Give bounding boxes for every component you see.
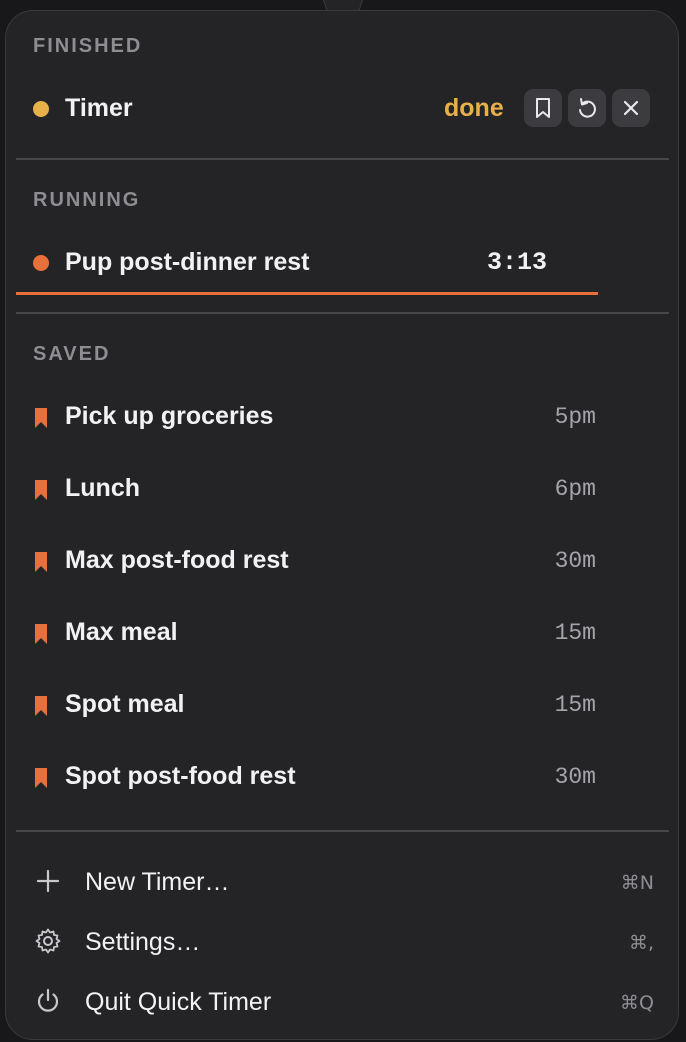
- saved-timer-item[interactable]: Spot meal 15m: [6, 685, 678, 741]
- saved-timer-label: Spot meal: [65, 690, 185, 718]
- new-timer-shortcut: ⌘N: [620, 872, 654, 894]
- saved-timer-value: 6pm: [554, 476, 596, 502]
- bookmark-icon: [35, 624, 47, 644]
- divider: [16, 830, 669, 832]
- saved-timer-value: 15m: [554, 692, 596, 718]
- quit-label: Quit Quick Timer: [85, 988, 272, 1016]
- finished-timer-row[interactable]: Timer done: [6, 89, 678, 145]
- saved-timer-label: Spot post-food rest: [65, 762, 296, 790]
- saved-timer-item[interactable]: Max post-food rest 30m: [6, 541, 678, 597]
- saved-timer-item[interactable]: Spot post-food rest 30m: [6, 757, 678, 813]
- menu-item-new-timer[interactable]: New Timer… ⌘N: [6, 853, 678, 909]
- save-timer-button[interactable]: [524, 89, 562, 127]
- restart-icon: [579, 98, 596, 118]
- saved-timer-item[interactable]: Lunch 6pm: [6, 469, 678, 525]
- running-timer-label: Pup post-dinner rest: [65, 248, 310, 276]
- settings-label: Settings…: [85, 928, 201, 956]
- menu-item-quit[interactable]: Quit Quick Timer ⌘Q: [6, 973, 678, 1029]
- finished-status-text: done: [444, 94, 504, 122]
- finished-timer-label: Timer: [65, 94, 133, 122]
- new-timer-label: New Timer…: [85, 868, 230, 896]
- saved-timer-label: Max post-food rest: [65, 546, 289, 574]
- timer-status-dot: [33, 101, 49, 117]
- restart-timer-button[interactable]: [568, 89, 606, 127]
- saved-timer-value: 30m: [554, 548, 596, 574]
- plus-icon: [36, 869, 60, 893]
- saved-timer-value: 30m: [554, 764, 596, 790]
- divider: [16, 158, 669, 160]
- menu-item-settings[interactable]: Settings… ⌘,: [6, 913, 678, 969]
- bookmark-icon: [536, 98, 550, 118]
- power-icon: [37, 988, 59, 1012]
- bookmark-icon: [35, 768, 47, 788]
- bookmark-icon: [35, 480, 47, 500]
- dismiss-timer-button[interactable]: [612, 89, 650, 127]
- running-timer-time: 3:13: [487, 248, 548, 277]
- saved-timer-label: Max meal: [65, 618, 178, 646]
- saved-timer-value: 15m: [554, 620, 596, 646]
- bookmark-icon: [35, 552, 47, 572]
- saved-timer-item[interactable]: Pick up groceries 5pm: [6, 397, 678, 453]
- section-title-saved: SAVED: [33, 343, 111, 365]
- running-timer-progress: [16, 292, 598, 295]
- quick-timer-popover: FINISHED Timer done RUNNING Pup post-din…: [5, 10, 679, 1040]
- saved-timer-value: 5pm: [554, 404, 596, 430]
- section-title-running: RUNNING: [33, 189, 141, 211]
- section-title-finished: FINISHED: [33, 35, 143, 57]
- saved-timer-item[interactable]: Max meal 15m: [6, 613, 678, 669]
- timer-status-dot: [33, 255, 49, 271]
- running-timer-row[interactable]: Pup post-dinner rest 3:13: [6, 243, 678, 299]
- divider: [16, 312, 669, 314]
- saved-timer-label: Pick up groceries: [65, 402, 274, 430]
- saved-timer-label: Lunch: [65, 474, 140, 502]
- bookmark-icon: [35, 696, 47, 716]
- quit-shortcut: ⌘Q: [620, 992, 654, 1014]
- gear-icon: [35, 928, 61, 954]
- bookmark-icon: [35, 408, 47, 428]
- settings-shortcut: ⌘,: [628, 932, 654, 954]
- progress-fill: [16, 292, 598, 295]
- close-icon: [623, 100, 639, 116]
